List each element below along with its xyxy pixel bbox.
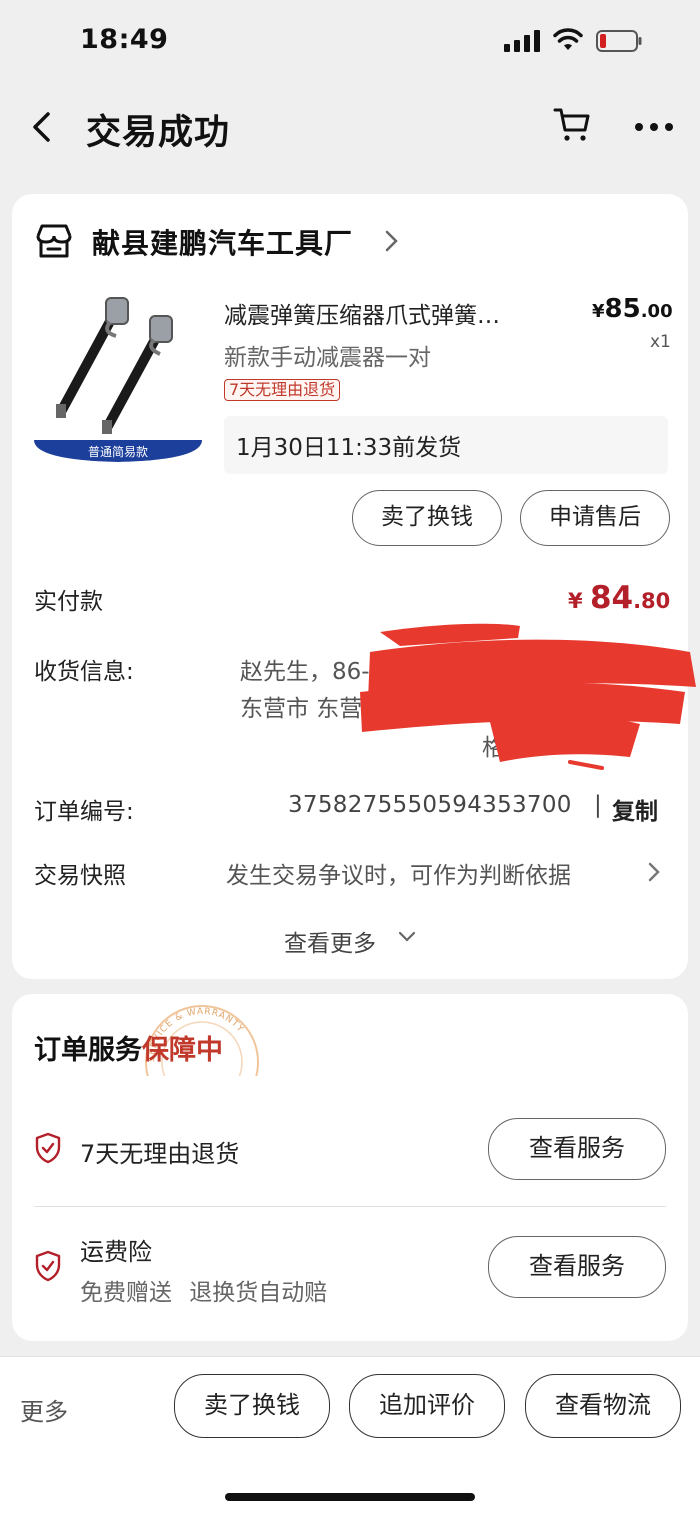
divider bbox=[34, 1206, 666, 1207]
service-title: 订单服务保障中 bbox=[34, 1028, 223, 1067]
more-actions-button[interactable]: 更多 bbox=[20, 1392, 68, 1427]
after-sale-button[interactable]: 申请售后 bbox=[520, 490, 670, 546]
sell-for-cash-button[interactable]: 卖了换钱 bbox=[352, 490, 502, 546]
snapshot-label: 交易快照 bbox=[34, 863, 126, 889]
see-more-button[interactable]: 查看更多 bbox=[284, 924, 376, 958]
battery-icon bbox=[596, 30, 642, 52]
price-integer: 85 bbox=[604, 294, 641, 324]
shop-name[interactable]: 献县建鹏汽车工具厂 bbox=[92, 222, 353, 262]
paid-amount-label: 实付款 bbox=[34, 589, 103, 615]
more-options-icon[interactable] bbox=[634, 120, 674, 134]
product-price: ¥85.00 bbox=[592, 294, 673, 324]
shield-check-icon bbox=[35, 1250, 61, 1282]
price-decimal: .00 bbox=[640, 301, 673, 322]
service-status: 保障中 bbox=[142, 1035, 223, 1066]
home-indicator[interactable] bbox=[225, 1493, 475, 1501]
cellular-signal-icon bbox=[504, 30, 542, 52]
paid-symbol: ¥ bbox=[568, 589, 590, 613]
order-number-label: 订单编号: bbox=[34, 799, 134, 825]
chevron-down-icon[interactable] bbox=[398, 930, 416, 944]
service-item-sublabel: 免费赠送 退换货自动赔 bbox=[80, 1280, 328, 1306]
redaction-scribble bbox=[360, 623, 696, 770]
view-logistics-button[interactable]: 查看物流 bbox=[525, 1374, 681, 1438]
page-title: 交易成功 bbox=[86, 113, 231, 153]
copy-order-button[interactable]: 复制 bbox=[612, 792, 658, 826]
snapshot-link[interactable]: 发生交易争议时，可作为判断依据 bbox=[226, 856, 571, 890]
service-title-main: 订单服务 bbox=[34, 1035, 142, 1066]
shield-check-icon bbox=[35, 1132, 61, 1164]
service-item-label: 运费险 bbox=[80, 1238, 152, 1266]
view-service-button[interactable]: 查看服务 bbox=[488, 1118, 666, 1180]
order-separator: | bbox=[594, 792, 602, 818]
paid-integer: 84 bbox=[589, 580, 634, 616]
product-title[interactable]: 减震弹簧压缩器爪式弹簧… bbox=[224, 296, 554, 330]
back-arrow-icon[interactable] bbox=[28, 108, 56, 146]
paid-amount: ¥ 84.80 bbox=[568, 580, 670, 616]
cart-icon[interactable] bbox=[552, 104, 592, 144]
product-image-caption: 普通简易款 bbox=[88, 445, 148, 459]
paid-decimal: .80 bbox=[633, 589, 671, 613]
return-policy-badge: 7天无理由退货 bbox=[224, 379, 341, 401]
chevron-right-icon[interactable] bbox=[646, 860, 662, 884]
wifi-icon bbox=[553, 28, 583, 50]
sell-for-cash-button[interactable]: 卖了换钱 bbox=[174, 1374, 330, 1438]
product-image[interactable]: 普通简易款 bbox=[32, 292, 204, 464]
product-spec: 新款手动减震器一对 bbox=[224, 345, 431, 371]
view-service-button[interactable]: 查看服务 bbox=[488, 1236, 666, 1298]
address-label: 收货信息: bbox=[34, 659, 134, 685]
status-time: 18:49 bbox=[80, 24, 169, 55]
price-symbol: ¥ bbox=[592, 301, 605, 322]
shop-icon bbox=[36, 224, 72, 258]
product-quantity: x1 bbox=[650, 332, 671, 352]
shipping-note: 1月30日11:33前发货 bbox=[236, 435, 462, 461]
service-item-label: 7天无理由退货 bbox=[80, 1140, 240, 1168]
add-review-button[interactable]: 追加评价 bbox=[349, 1374, 505, 1438]
chevron-right-icon[interactable] bbox=[382, 228, 400, 254]
order-number: 3758275550594353700 bbox=[288, 792, 572, 818]
